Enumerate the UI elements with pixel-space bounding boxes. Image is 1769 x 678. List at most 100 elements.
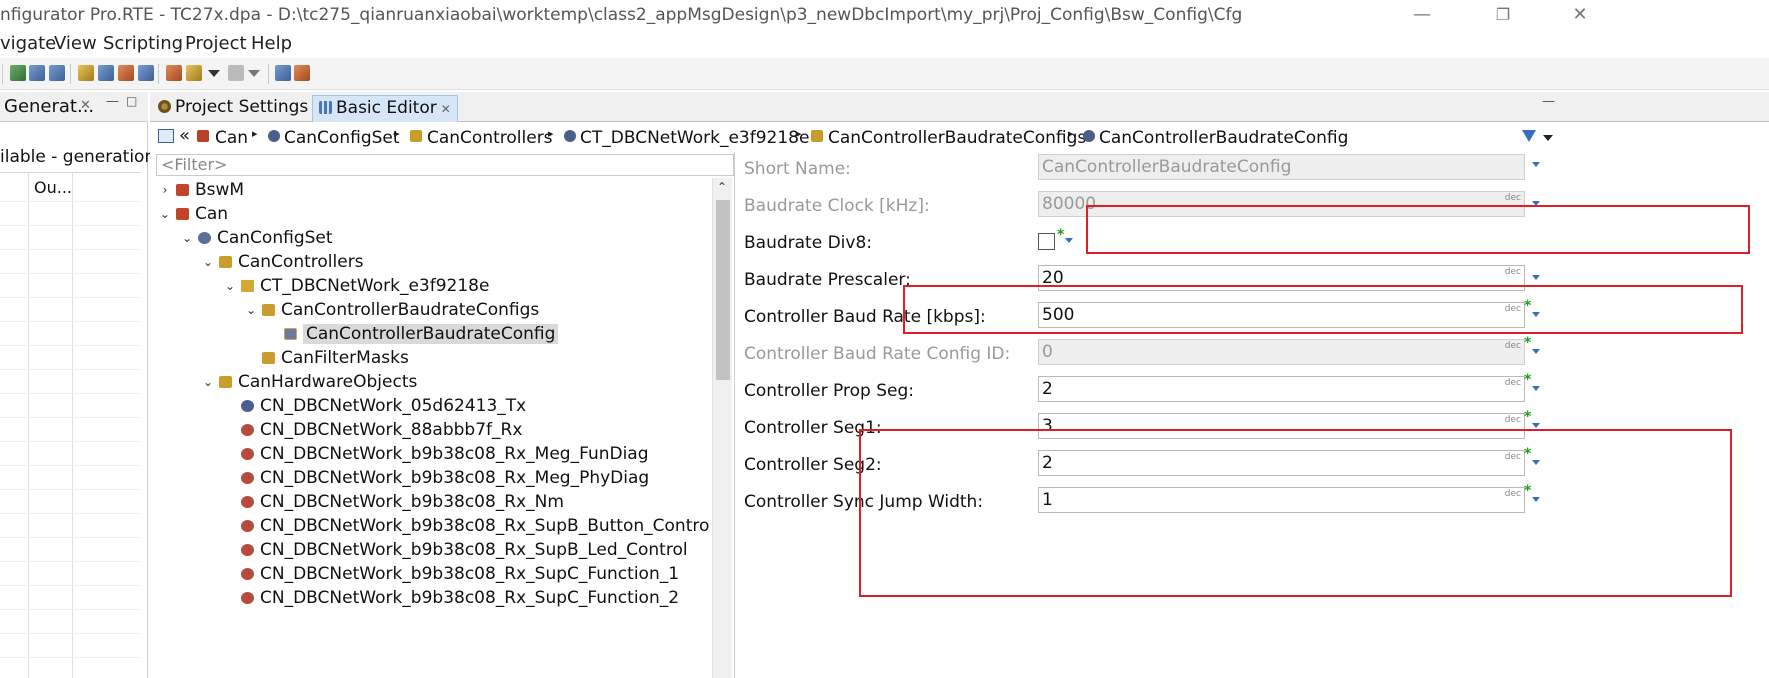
maximize-view-icon[interactable]: □ (126, 94, 137, 108)
minimize-button[interactable]: — (1402, 4, 1442, 28)
dropdown-arrow-icon[interactable] (1532, 423, 1540, 428)
breadcrumb-separator[interactable]: ▸ (548, 127, 554, 140)
breadcrumb-item-ct-dbcnetwork[interactable]: CT_DBCNetWork_e3f9218e (580, 128, 809, 148)
column-header-output[interactable]: Ou... (34, 178, 72, 197)
find-icon[interactable] (138, 65, 154, 81)
rx-object-icon (241, 424, 254, 436)
validate-icon[interactable] (10, 65, 26, 81)
menu-navigate[interactable]: vigate (0, 33, 56, 54)
tree-node[interactable]: CN_DBCNetWork_b9b38c08_Rx_Meg_PhyDiag (223, 466, 649, 490)
table-row (0, 417, 140, 418)
tree-node-selected[interactable]: CanControllerBaudrateConfig (266, 322, 559, 346)
unit-tag: dec (1504, 267, 1521, 277)
dropdown-arrow-icon[interactable] (1532, 386, 1540, 391)
chevron-down-icon[interactable]: ⌄ (201, 255, 215, 269)
tree-node[interactable]: CN_DBCNetWork_b9b38c08_Rx_Nm (223, 490, 564, 514)
breadcrumb-item-baudrateconfig[interactable]: CanControllerBaudrateConfig (1099, 128, 1348, 148)
tree-node[interactable]: ⌄ CanControllers (201, 250, 364, 274)
tree-node[interactable]: CN_DBCNetWork_b9b38c08_Rx_SupB_Button_Co… (223, 514, 710, 538)
minimize-view-icon[interactable]: — (1542, 94, 1555, 109)
dropdown-arrow-icon[interactable] (1532, 497, 1540, 502)
dropdown-arrow-icon[interactable] (1532, 349, 1540, 354)
chevron-down-icon[interactable]: ⌄ (180, 231, 194, 245)
tree-filter-input[interactable]: <Filter> (156, 154, 734, 176)
scrollbar-thumb[interactable] (716, 200, 730, 380)
dropdown-arrow-icon[interactable] (1532, 460, 1540, 465)
tree-node[interactable]: › BswM (158, 178, 245, 202)
dropdown-arrow-icon[interactable] (1532, 201, 1540, 206)
close-icon[interactable]: ✕ (80, 98, 91, 113)
forward-icon[interactable] (228, 65, 244, 81)
tree-scrollbar[interactable]: ⌃ (712, 178, 732, 678)
table-icon[interactable] (98, 65, 114, 81)
breadcrumb-menu-icon[interactable] (158, 129, 174, 143)
seg2-field[interactable]: 2 dec (1038, 450, 1525, 476)
chevron-down-icon[interactable] (1543, 135, 1553, 141)
dropdown-arrow-icon[interactable] (1532, 162, 1540, 167)
tree-node[interactable]: ⌄ CanHardwareObjects (201, 370, 417, 394)
breadcrumb-item-can[interactable]: Can (215, 128, 248, 148)
close-window-button[interactable]: ✕ (1560, 4, 1600, 28)
seg1-field[interactable]: 3 dec (1038, 413, 1525, 439)
close-icon[interactable]: ✕ (441, 102, 451, 116)
minimize-view-icon[interactable]: — (106, 94, 119, 109)
menu-project[interactable]: Project (185, 33, 247, 54)
container-icon (284, 328, 297, 340)
settings-icon[interactable] (78, 65, 94, 81)
tree-node[interactable]: CN_DBCNetWork_b9b38c08_Rx_Meg_FunDiag (223, 442, 649, 466)
prop-seg-field[interactable]: 2 dec (1038, 376, 1525, 402)
tree-node[interactable]: ⌄ CT_DBCNetWork_e3f9218e (223, 274, 489, 298)
back-dropdown-icon[interactable] (208, 70, 220, 77)
chevron-down-icon[interactable]: ⌄ (244, 303, 258, 317)
short-name-field[interactable]: CanControllerBaudrateConfig (1038, 154, 1525, 180)
forward-dropdown-icon[interactable] (248, 70, 260, 77)
chevron-down-icon[interactable]: ⌄ (201, 375, 215, 389)
tree-node[interactable]: CN_DBCNetWork_05d62413_Tx (223, 394, 526, 418)
menu-view[interactable]: View (54, 33, 97, 54)
tab-basic-editor[interactable]: Basic Editor ✕ (312, 95, 458, 122)
tree-node[interactable]: CN_DBCNetWork_b9b38c08_Rx_SupC_Function_… (223, 562, 679, 586)
breadcrumb-separator[interactable]: ▸ (252, 127, 258, 140)
tree-node[interactable]: CN_DBCNetWork_88abbb7f_Rx (223, 418, 522, 442)
tree-node[interactable]: ⌄ Can (158, 202, 228, 226)
baudrate-clock-field[interactable]: 80000 dec (1038, 191, 1525, 217)
sort-icon[interactable] (294, 65, 310, 81)
controller-baud-rate-field[interactable]: 500 dec (1038, 302, 1525, 328)
breadcrumb-item-cancontrollers[interactable]: CanControllers (427, 128, 553, 148)
tree-node[interactable]: CN_DBCNetWork_b9b38c08_Rx_SupB_Led_Contr… (223, 538, 688, 562)
tree-node[interactable]: ⌄ CanConfigSet (180, 226, 333, 250)
breadcrumb-separator[interactable]: ▸ (796, 127, 802, 140)
dropdown-arrow-icon[interactable] (1532, 275, 1540, 280)
dropdown-arrow-icon[interactable] (1065, 238, 1073, 243)
save-icon[interactable] (49, 65, 65, 81)
menu-help[interactable]: Help (251, 33, 292, 54)
scroll-up-icon[interactable]: ⌃ (717, 180, 727, 194)
config-icon[interactable] (118, 65, 134, 81)
filter-icon[interactable] (1522, 130, 1536, 142)
chevron-right-icon[interactable]: › (158, 183, 172, 197)
sync-jump-width-field[interactable]: 1 dec (1038, 487, 1525, 513)
generation-status-text: ilable - generation (0, 147, 156, 167)
tab-project-settings[interactable]: Project Settings (152, 95, 314, 122)
menu-scripting[interactable]: Scripting (103, 33, 183, 54)
dropdown-arrow-icon[interactable] (1532, 312, 1540, 317)
baudrate-prescaler-field[interactable]: 20 dec (1038, 265, 1525, 291)
breadcrumb-separator[interactable]: ▸ (394, 127, 400, 140)
chevron-down-icon[interactable]: ⌄ (158, 207, 172, 221)
maximize-button[interactable]: ❐ (1483, 4, 1523, 28)
baudrate-div8-checkbox[interactable] (1038, 233, 1055, 250)
tree-node[interactable]: CN_DBCNetWork_b9b38c08_Rx_SupC_Function_… (223, 586, 679, 610)
generate-icon[interactable] (29, 65, 45, 81)
breadcrumb-item-baudrateconfigs[interactable]: CanControllerBaudrateConfigs (828, 128, 1086, 148)
breadcrumb-item-canconfigset[interactable]: CanConfigSet (284, 128, 400, 148)
bookmark-icon[interactable] (166, 65, 182, 81)
chevron-down-icon[interactable]: ⌄ (223, 279, 237, 293)
hex-icon[interactable] (275, 65, 291, 81)
tree-node[interactable]: ⌄ CanControllerBaudrateConfigs (244, 298, 539, 322)
back-icon[interactable] (186, 65, 202, 81)
breadcrumb-separator[interactable]: ▸ (1068, 127, 1074, 140)
breadcrumb-back-button[interactable]: « (179, 125, 190, 146)
tree-node-label: CanFilterMasks (281, 348, 409, 368)
baud-rate-config-id-field[interactable]: 0 dec (1038, 339, 1525, 365)
tree-node[interactable]: CanFilterMasks (244, 346, 409, 370)
